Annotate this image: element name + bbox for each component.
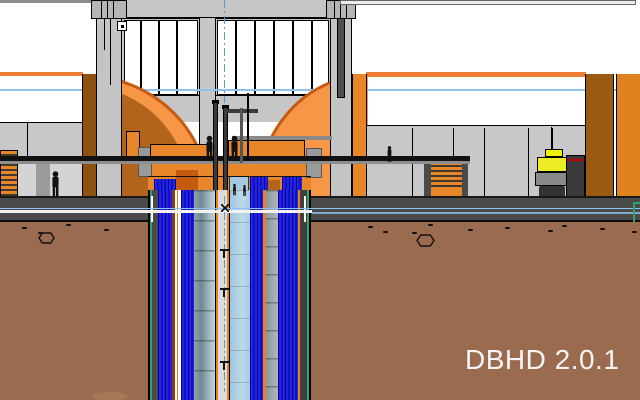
wall-column-brown-left [82,74,97,197]
window-mullion [235,21,237,94]
machine-base [535,172,568,186]
derrick-mast-right [223,108,228,197]
borehole-shaft [148,190,311,400]
equip-line [148,176,311,177]
derrick-guy-line [247,93,249,161]
wall-column-orange-right [616,74,640,197]
borehole-column-p [158,190,172,400]
slab-white-line [0,210,312,212]
liner-corner-teal-top [633,202,640,204]
walkway-underside [0,161,470,164]
earth-smudge [92,392,128,400]
window-mullion [254,21,256,94]
tower-right [330,2,352,197]
tower-left-cap [91,0,127,19]
borehole-column-st [194,190,215,400]
centerline-dashed-shaft [224,196,226,392]
roof-strip-right [340,0,636,5]
borehole-column-p [181,190,194,400]
louver-panel-right [431,162,462,188]
cap-line [334,1,335,18]
wall-joint-line [27,123,28,158]
cap-line [107,1,108,18]
wall-joint-line [528,128,529,198]
detail-square-dot [121,25,125,29]
roofline-right [366,72,586,77]
centerline-dashed-top [224,0,226,103]
slab-bottom-edge [0,220,640,223]
truck-stripe [567,159,584,161]
roofline-left [0,72,83,76]
cap-line [101,1,102,18]
derrick-mast-left [213,103,218,197]
version-watermark: DBHD 2.0.1 [465,344,619,376]
borehole-column-k [309,190,311,400]
borehole-column-p [250,190,263,400]
borehole-column-pb [230,190,250,400]
facade-detail-square [117,21,127,31]
truck-silhouette [566,155,585,197]
wall-joint-line [484,128,485,198]
derrick-post [240,108,243,163]
machine-top-box [545,149,563,157]
cap-line [113,1,114,18]
borehole-column-ca [215,190,230,400]
slab-guide-line-2 [312,212,640,214]
machine-body [537,157,567,172]
slab-top-edge [0,196,640,198]
roof-edge-line-left [0,0,97,3]
borehole-column-gy [266,190,278,400]
liner-corner-teal [633,202,635,222]
window-mullion [311,21,313,94]
tower-left [96,2,122,197]
window-mullion [292,21,294,94]
window-mullion [176,21,178,94]
wall-column-orange-mid [352,74,367,197]
window-group-right [217,20,329,95]
window-mullion [158,21,160,94]
wall-column-brown-right [585,74,614,197]
window-mullion [140,21,142,94]
crane-cable [551,127,552,150]
tower-slot [337,8,345,98]
borehole-column-p [278,190,298,400]
cad-cross-section-canvas: DBHD 2.0.1 [0,0,640,400]
window-group-left [124,20,198,95]
slab-guide-line [0,208,640,210]
window-mullion [273,21,275,94]
